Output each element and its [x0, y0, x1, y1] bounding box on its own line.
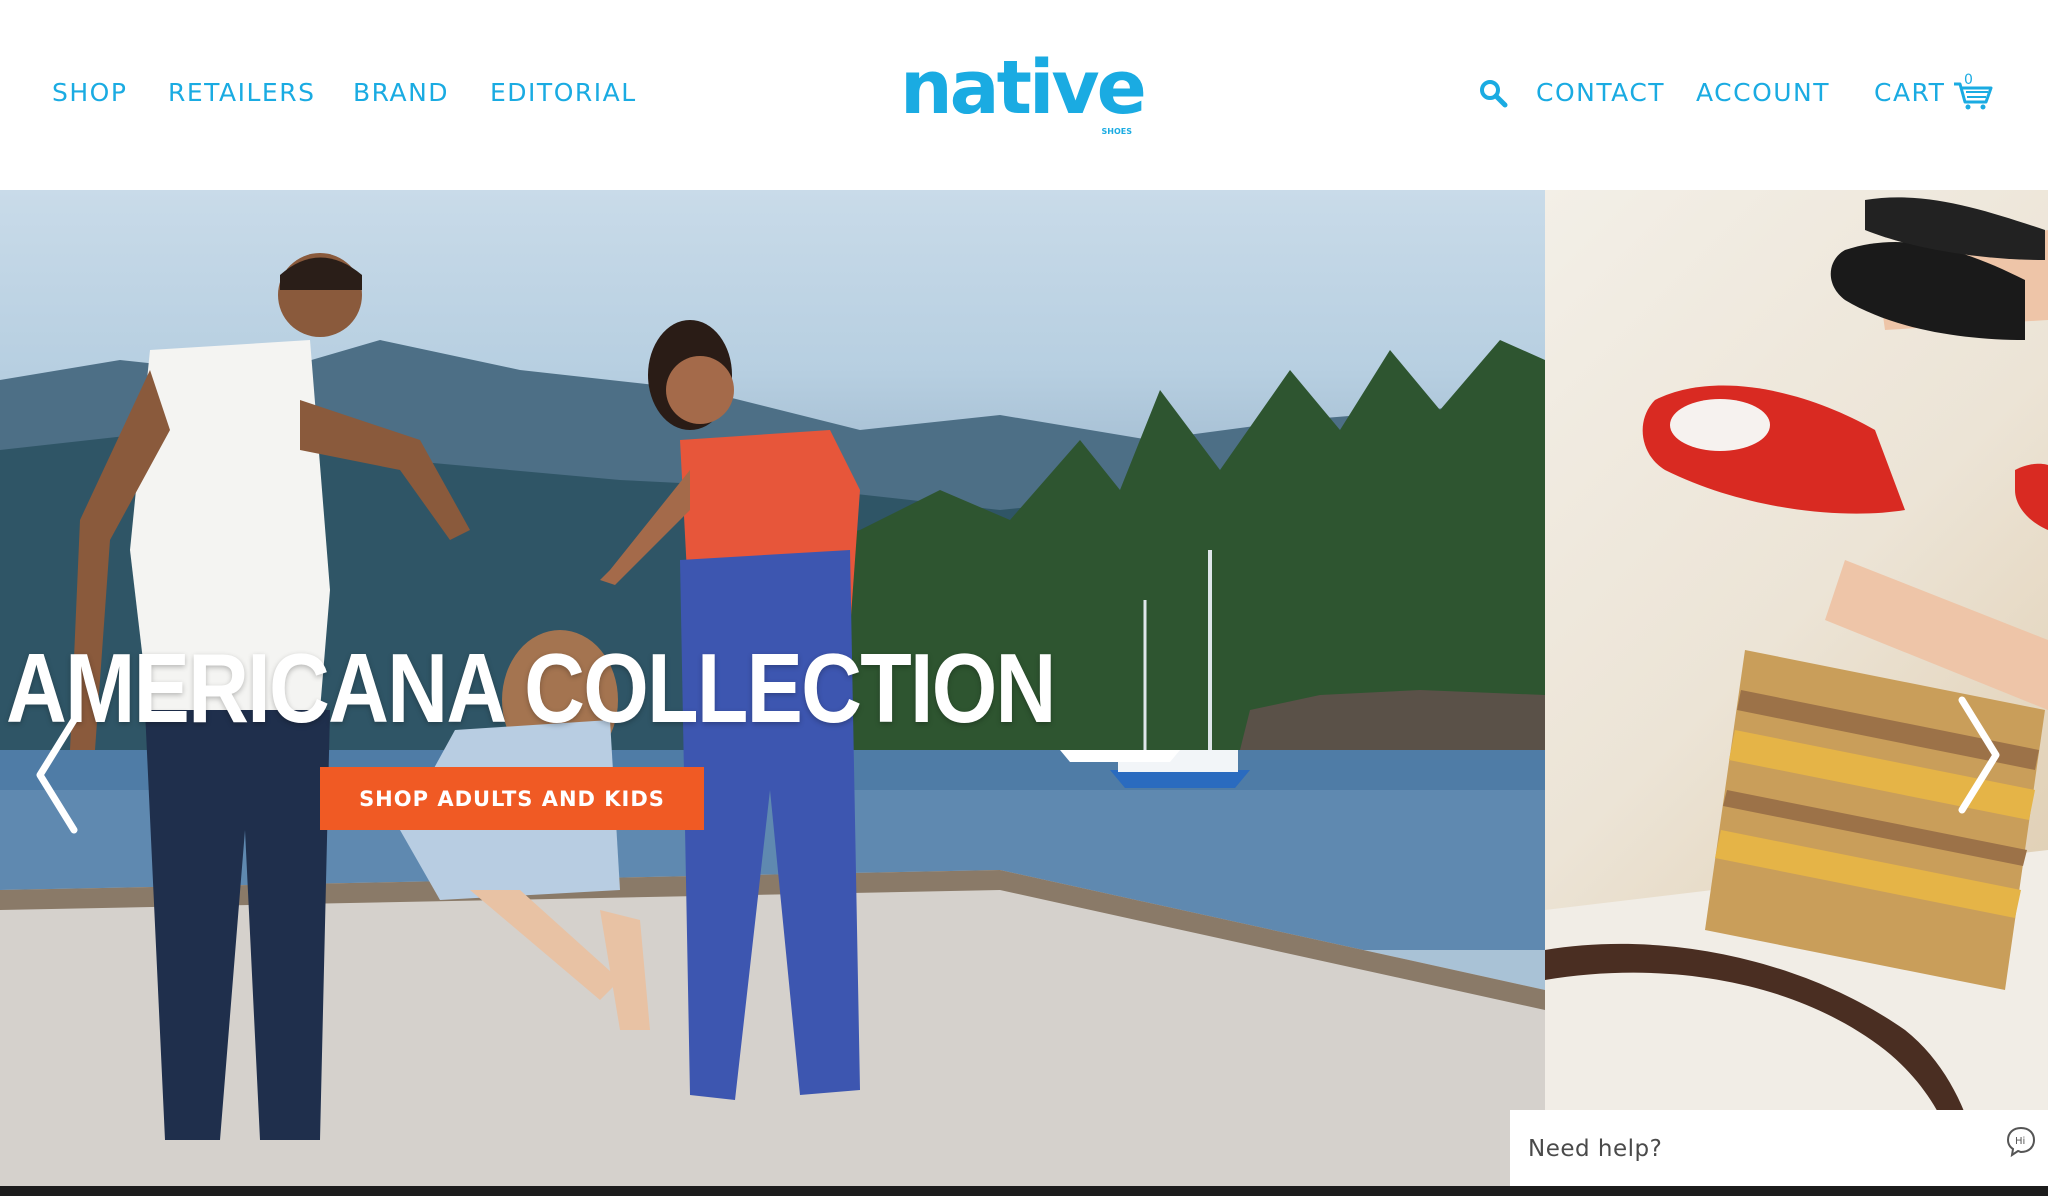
cart-icon[interactable] [1952, 78, 1994, 110]
nav-brand[interactable]: BRAND [353, 78, 449, 107]
nav-retailers[interactable]: RETAILERS [168, 78, 315, 107]
chat-bubble-icon[interactable]: Hi [2004, 1124, 2038, 1158]
nav-cart[interactable]: CART [1874, 78, 1945, 107]
hero-slide-next-peek [1545, 190, 2048, 1186]
brand-logo[interactable]: native SHOES [900, 48, 1147, 136]
chevron-right-icon[interactable] [1952, 690, 2008, 820]
chevron-left-icon[interactable] [28, 710, 84, 840]
shop-adults-and-kids-button[interactable]: SHOP ADULTS AND KIDS [320, 767, 704, 830]
nav-shop[interactable]: SHOP [52, 78, 127, 107]
nav-editorial[interactable]: EDITORIAL [490, 78, 637, 107]
help-label: Need help? [1528, 1136, 1663, 1162]
nav-contact[interactable]: CONTACT [1536, 78, 1665, 107]
hero-carousel: AMERICANA COLLECTION SHOP ADULTS AND KID… [0, 190, 2048, 1186]
help-chat-widget[interactable]: Need help? Hi [1510, 1110, 2048, 1188]
hero-slide-active: AMERICANA COLLECTION SHOP ADULTS AND KID… [0, 190, 1545, 1186]
next-slide-photo [1545, 197, 2048, 1186]
search-icon[interactable] [1478, 78, 1508, 108]
svg-text:Hi: Hi [2015, 1136, 2025, 1147]
nav-account[interactable]: ACCOUNT [1696, 78, 1830, 107]
logo-subtext: SHOES [1101, 127, 1132, 136]
site-header: SHOP RETAILERS BRAND EDITORIAL native SH… [0, 0, 2048, 190]
hero-title: AMERICANA COLLECTION [6, 633, 1056, 743]
bottom-bar [0, 1186, 2048, 1196]
